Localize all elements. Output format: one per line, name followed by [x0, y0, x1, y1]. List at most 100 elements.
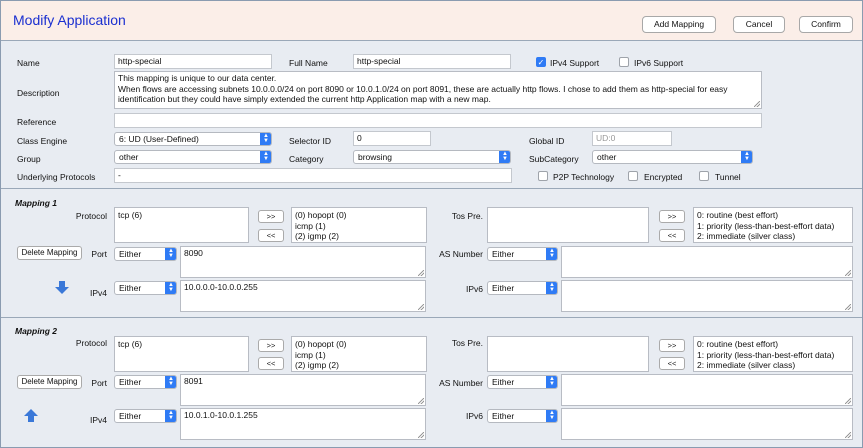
port-mode-value: Either — [119, 377, 142, 387]
resize-grip-icon[interactable] — [418, 432, 424, 438]
chevron-updown-icon: ▲ ▼ — [165, 376, 176, 388]
group-label: Group — [17, 154, 41, 164]
ipv4-textarea[interactable]: 10.0.1.0-10.0.1.255 — [180, 408, 426, 440]
group-select[interactable]: other ▲ ▼ — [114, 150, 272, 164]
as-number-label: AS Number — [439, 378, 483, 388]
add-mapping-button[interactable]: Add Mapping — [642, 16, 716, 33]
list-item[interactable]: (0) hopopt (0) — [295, 210, 423, 221]
remove-protocol-button[interactable]: << — [258, 229, 284, 242]
reference-label: Reference — [17, 117, 57, 127]
p2p-technology-checkbox[interactable] — [538, 171, 548, 181]
ipv6-textarea[interactable] — [561, 408, 853, 440]
as-number-mode-select[interactable]: Either ▲ ▼ — [487, 375, 558, 389]
selector-id-label: Selector ID — [289, 136, 332, 146]
remove-tos-button[interactable]: << — [659, 357, 685, 370]
ipv6-textarea[interactable] — [561, 280, 853, 312]
resize-grip-icon[interactable] — [845, 304, 851, 310]
list-item[interactable]: 2: immediate (silver class) — [697, 360, 849, 371]
ipv6-label: IPv6 — [465, 284, 483, 294]
add-protocol-button[interactable]: >> — [258, 210, 284, 223]
description-line: When flows are accessing subnets 10.0.0.… — [118, 83, 728, 94]
remove-protocol-button[interactable]: << — [258, 357, 284, 370]
add-protocol-button[interactable]: >> — [258, 339, 284, 352]
selected-protocols-list[interactable]: tcp (6) — [114, 207, 249, 243]
selected-tos-list[interactable] — [487, 336, 649, 372]
ipv6-mode-value: Either — [492, 411, 515, 421]
description-line: This mapping is unique to our data cente… — [118, 73, 277, 83]
resize-grip-icon[interactable] — [418, 304, 424, 310]
add-tos-button[interactable]: >> — [659, 210, 685, 223]
mapping-title: Mapping 1 — [15, 198, 58, 208]
full-name-input[interactable]: http-special — [353, 54, 511, 69]
resize-grip-icon[interactable] — [418, 398, 424, 404]
chevron-updown-icon: ▲ ▼ — [165, 282, 176, 294]
port-value: 8091 — [184, 376, 203, 386]
ipv4-mode-select[interactable]: Either ▲ ▼ — [114, 409, 177, 423]
class-engine-select[interactable]: 6: UD (User-Defined) ▲ ▼ — [114, 132, 272, 146]
port-mode-select[interactable]: Either ▲ ▼ — [114, 247, 177, 261]
encrypted-checkbox[interactable] — [628, 171, 638, 181]
list-item[interactable]: tcp (6) — [118, 210, 245, 221]
list-item[interactable]: icmp (1) — [295, 350, 423, 361]
selected-tos-list[interactable] — [487, 207, 649, 243]
delete-mapping-button[interactable]: Delete Mapping — [17, 246, 82, 260]
available-protocols-list[interactable]: (0) hopopt (0) icmp (1) (2) igmp (2) — [291, 336, 427, 372]
class-engine-value: 6: UD (User-Defined) — [119, 134, 199, 144]
available-tos-list[interactable]: 0: routine (best effort) 1: priority (le… — [693, 336, 853, 372]
ipv6-support-label: IPv6 Support — [634, 58, 684, 68]
tunnel-checkbox[interactable] — [699, 171, 709, 181]
list-item[interactable]: icmp (1) — [295, 221, 423, 232]
port-mode-select[interactable]: Either ▲ ▼ — [114, 375, 177, 389]
arrow-up-icon[interactable] — [23, 409, 39, 423]
subcategory-value: other — [597, 152, 617, 162]
arrow-down-icon[interactable] — [54, 281, 70, 295]
resize-grip-icon[interactable] — [418, 270, 424, 276]
ipv6-mode-select[interactable]: Either ▲ ▼ — [487, 409, 558, 423]
as-number-mode-value: Either — [492, 249, 515, 259]
underlying-protocols-input[interactable]: - — [114, 168, 512, 183]
list-item[interactable]: 2: immediate (silver class) — [697, 231, 849, 242]
available-tos-list[interactable]: 0: routine (best effort) 1: priority (le… — [693, 207, 853, 243]
ipv4-mode-select[interactable]: Either ▲ ▼ — [114, 281, 177, 295]
available-protocols-list[interactable]: (0) hopopt (0) icmp (1) (2) igmp (2) — [291, 207, 427, 243]
subcategory-select[interactable]: other ▲ ▼ — [592, 150, 753, 164]
selected-protocols-list[interactable]: tcp (6) — [114, 336, 249, 372]
list-item[interactable]: 1: priority (less-than-best-effort data) — [697, 221, 849, 232]
port-textarea[interactable]: 8090 — [180, 246, 426, 278]
tos-label: Tos Pre. — [451, 211, 483, 221]
as-number-textarea[interactable] — [561, 374, 853, 406]
port-textarea[interactable]: 8091 — [180, 374, 426, 406]
list-item[interactable]: tcp (6) — [118, 339, 245, 350]
protocol-label: Protocol — [75, 211, 107, 221]
cancel-button[interactable]: Cancel — [733, 16, 785, 33]
description-textarea[interactable]: This mapping is unique to our data cente… — [114, 71, 762, 109]
resize-grip-icon[interactable] — [845, 432, 851, 438]
category-select[interactable]: browsing ▲ ▼ — [353, 150, 511, 164]
resize-grip-icon[interactable] — [754, 101, 760, 107]
as-number-textarea[interactable] — [561, 246, 853, 278]
reference-input[interactable] — [114, 113, 762, 128]
list-item[interactable]: 1: priority (less-than-best-effort data) — [697, 350, 849, 361]
list-item[interactable]: 0: routine (best effort) — [697, 210, 849, 221]
resize-grip-icon[interactable] — [845, 398, 851, 404]
resize-grip-icon[interactable] — [845, 270, 851, 276]
mapping-title: Mapping 2 — [15, 326, 58, 336]
port-value: 8090 — [184, 248, 203, 258]
ipv4-textarea[interactable]: 10.0.0.0-10.0.0.255 — [180, 280, 426, 312]
name-input[interactable]: http-special — [114, 54, 272, 69]
remove-tos-button[interactable]: << — [659, 229, 685, 242]
list-item[interactable]: (0) hopopt (0) — [295, 339, 423, 350]
as-number-mode-select[interactable]: Either ▲ ▼ — [487, 247, 558, 261]
ipv6-support-checkbox[interactable] — [619, 57, 629, 67]
add-tos-button[interactable]: >> — [659, 339, 685, 352]
description-line: identification but they could have simpl… — [118, 94, 491, 104]
selector-id-input[interactable]: 0 — [353, 131, 431, 146]
ipv6-mode-select[interactable]: Either ▲ ▼ — [487, 281, 558, 295]
confirm-button[interactable]: Confirm — [799, 16, 853, 33]
list-item[interactable]: (2) igmp (2) — [295, 231, 423, 242]
list-item[interactable]: (2) igmp (2) — [295, 360, 423, 371]
delete-mapping-button[interactable]: Delete Mapping — [17, 375, 82, 389]
global-id-input[interactable]: UD:0 — [592, 131, 672, 146]
list-item[interactable]: 0: routine (best effort) — [697, 339, 849, 350]
ipv4-support-checkbox[interactable]: ✓ — [536, 57, 546, 67]
